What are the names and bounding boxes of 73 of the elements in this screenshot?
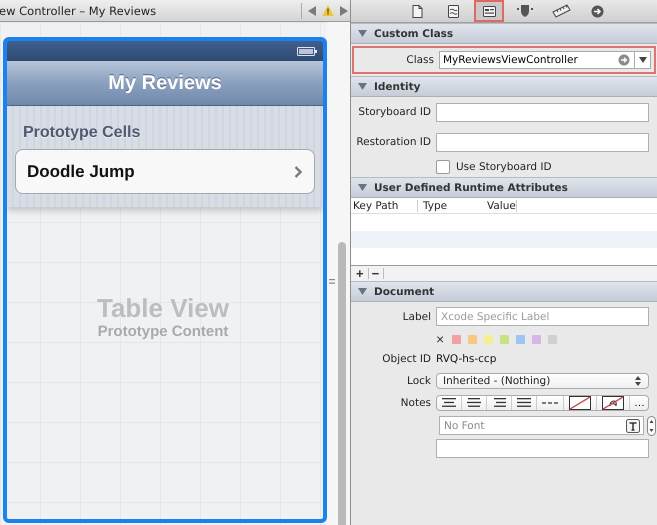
disclosure-triangle-icon[interactable] [358, 183, 367, 192]
input-field[interactable] [436, 102, 649, 122]
stepper-arrows-icon [635, 376, 641, 386]
color-swatch[interactable] [532, 334, 541, 344]
more-button[interactable]: … [630, 396, 649, 410]
column-header[interactable]: Value [485, 200, 517, 212]
input-field[interactable] [436, 438, 649, 458]
document-icon [412, 4, 422, 18]
disclosure-triangle-icon[interactable] [358, 29, 367, 38]
checkbox[interactable]: Use Storyboard ID [436, 160, 552, 174]
justify-icon [517, 398, 531, 407]
section-title: User Defined Runtime Attributes [374, 182, 568, 194]
field-label: Class [406, 54, 434, 66]
section-title: Identity [374, 80, 421, 92]
field-label: Restoration ID [356, 136, 431, 148]
placeholder-subtitle: Prototype Content [98, 323, 228, 340]
no-color-icon [569, 396, 591, 410]
ruler-icon [552, 4, 570, 18]
field-label: Notes [400, 396, 431, 408]
warning-icon[interactable] [322, 5, 334, 16]
lock-popup-button[interactable]: Inherited - (Nothing) [436, 372, 649, 388]
add-button[interactable]: + [353, 268, 369, 279]
forward-arrow-icon[interactable] [339, 6, 348, 16]
color-swatch[interactable] [548, 334, 557, 344]
card-icon [482, 6, 496, 16]
inspector-tab[interactable] [474, 0, 504, 22]
grip-icon[interactable] [328, 279, 334, 284]
color-swatch[interactable] [484, 334, 493, 344]
window-title: ew Controller – My Reviews [0, 4, 156, 18]
field-label: Object ID [382, 353, 431, 365]
cell-title: Doodle Jump [27, 162, 135, 182]
arrow-circle-icon[interactable] [618, 54, 630, 66]
clear-color-button[interactable]: × [436, 332, 452, 346]
font-icon[interactable] [626, 418, 640, 432]
align-left-icon [442, 398, 456, 407]
align-center-icon [467, 398, 481, 407]
field-label: Lock [407, 374, 431, 386]
back-arrow-icon[interactable] [308, 6, 317, 16]
class-combo-box[interactable]: MyReviewsViewController [439, 51, 651, 69]
section-title: Custom Class [374, 28, 454, 40]
column-header[interactable]: Type [418, 200, 485, 212]
field-label: Storyboard ID [358, 106, 431, 118]
remove-button[interactable]: − [368, 268, 384, 279]
wavy-lines-icon [448, 4, 458, 18]
disclosure-triangle-icon[interactable] [358, 82, 367, 91]
shield-icon [517, 4, 533, 18]
chevron-icon [294, 166, 302, 178]
no-text-color-icon [602, 396, 624, 410]
section-header-bar[interactable]: Document [351, 281, 657, 302]
color-swatch[interactable] [500, 334, 509, 344]
stepper-icon[interactable] [647, 416, 656, 436]
section-header-bar[interactable]: Custom Class [351, 23, 657, 44]
arrow-circle-icon [590, 4, 604, 18]
section-title: Document [374, 286, 434, 298]
color-swatch[interactable] [468, 334, 477, 344]
section-header: Prototype Cells [22, 123, 142, 142]
color-swatch[interactable] [452, 334, 461, 344]
align-right-icon [492, 398, 506, 407]
input-field[interactable] [436, 132, 649, 152]
dropdown-arrow-icon[interactable] [638, 57, 646, 63]
disclosure-triangle-icon[interactable] [358, 287, 367, 296]
object-id-value: RVQ-hs-ccp [436, 353, 496, 365]
field-label: Label [402, 310, 431, 322]
navigation-title: My Reviews [108, 72, 222, 94]
dashed-line-icon [542, 402, 558, 404]
table-cell[interactable]: Doodle Jump [15, 149, 315, 194]
color-swatch[interactable] [516, 334, 525, 344]
input-field[interactable]: Xcode Specific Label [436, 307, 649, 326]
column-header[interactable]: Key Path [351, 200, 418, 212]
section-header-bar[interactable]: User Defined Runtime Attributes [351, 177, 657, 198]
section-header-bar[interactable]: Identity [351, 76, 657, 97]
battery-icon [297, 46, 317, 56]
scrollbar[interactable] [338, 242, 346, 525]
